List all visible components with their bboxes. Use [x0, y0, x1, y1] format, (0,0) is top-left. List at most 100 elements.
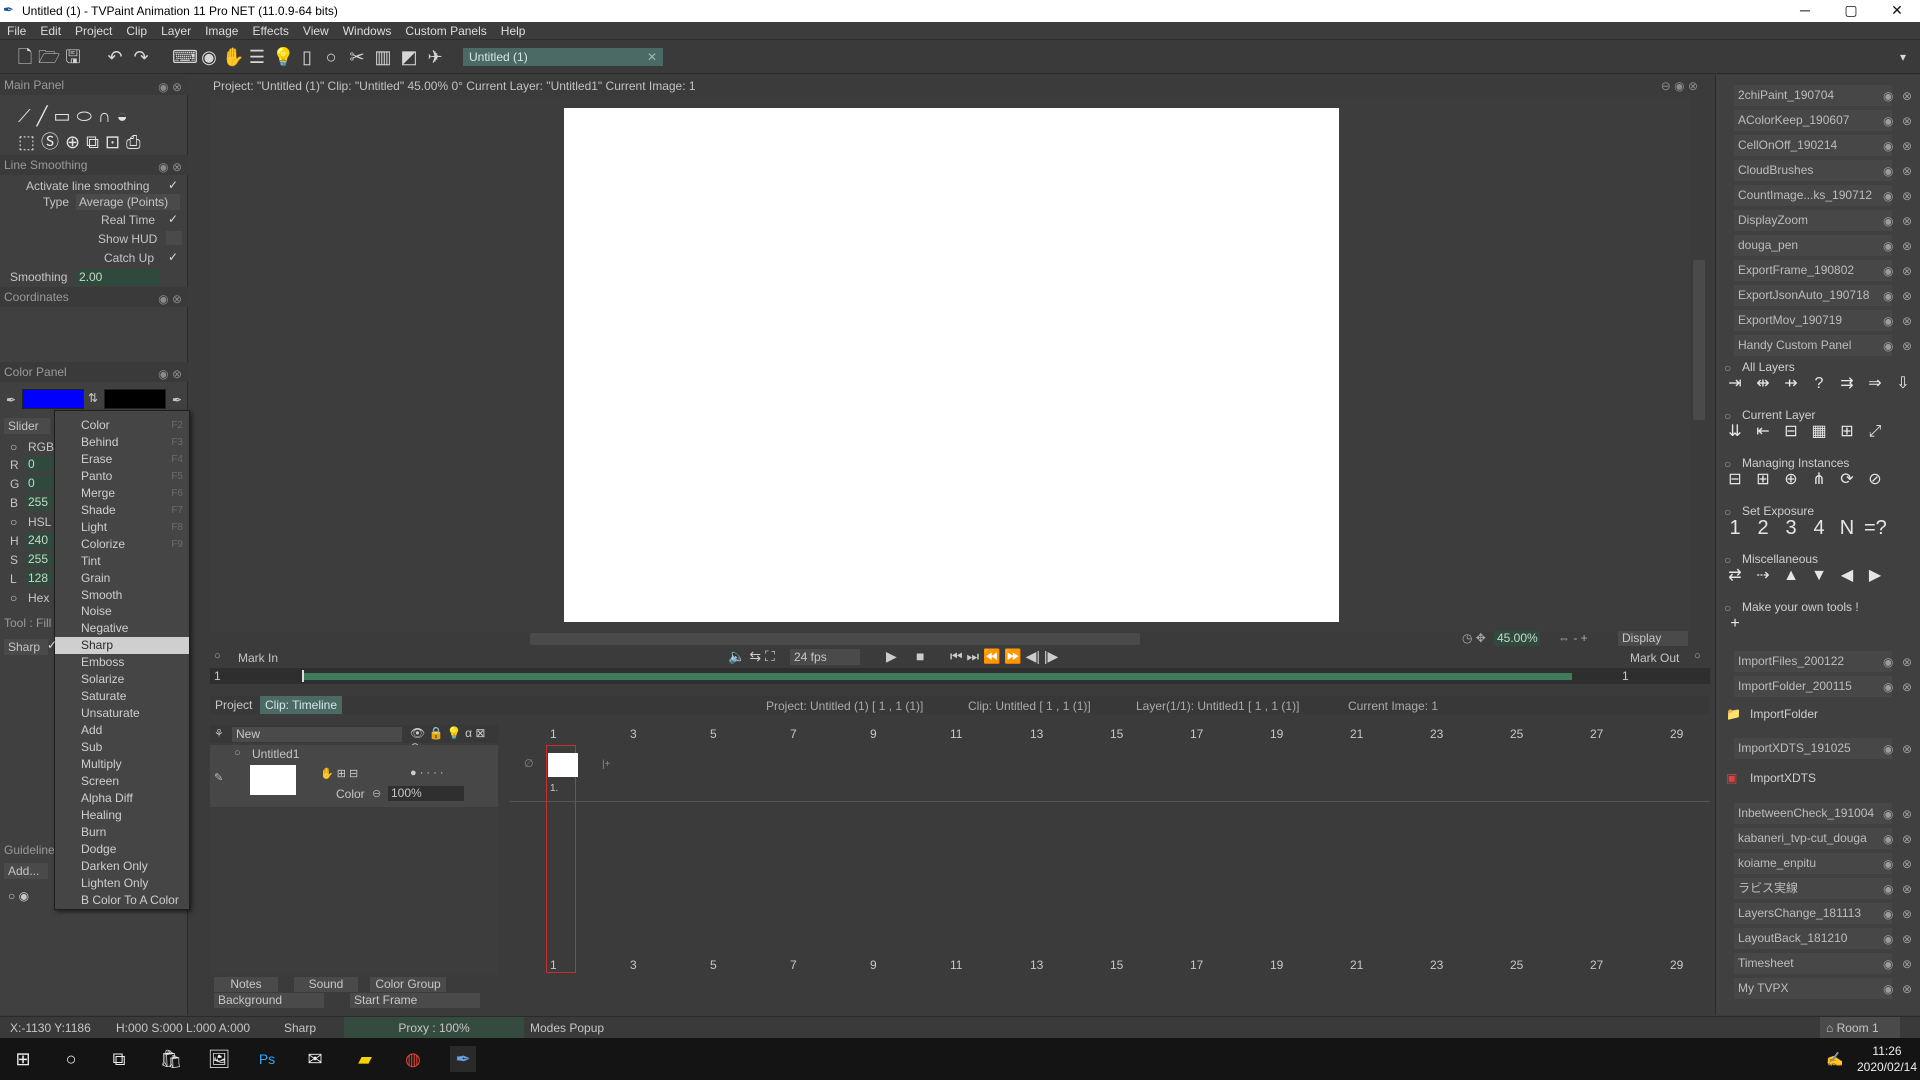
panel-close-icon[interactable]: ⊗ — [1902, 314, 1916, 328]
photos-icon[interactable]: 🖼 — [206, 1046, 232, 1072]
magic-select-icon[interactable]: Ⓢ — [41, 129, 59, 155]
panel-close-icon[interactable]: ⊗ — [1902, 655, 1916, 669]
mode-item[interactable]: Unsaturate — [55, 705, 189, 722]
panel-close-icon[interactable]: ⊗ — [1902, 239, 1916, 253]
panel-close-icon[interactable]: ⊗ — [1902, 680, 1916, 694]
panel-toggle-icon[interactable]: ◉ — [1883, 832, 1897, 846]
frame-end-marker-icon[interactable]: |+ — [602, 759, 610, 770]
sound-button[interactable]: Sound — [294, 977, 358, 992]
bench-icon[interactable]: ▥ — [372, 46, 394, 68]
close-button[interactable]: ✕ — [1874, 0, 1920, 22]
custom-panel-item[interactable]: douga_pen — [1734, 235, 1892, 256]
import-xdts-icon[interactable]: ▣ — [1726, 771, 1740, 785]
exposure-button[interactable]: N — [1836, 517, 1858, 539]
misc-icon[interactable]: ⇢ — [1752, 565, 1774, 587]
project-tab[interactable]: Untitled (1) ✕ — [463, 48, 663, 66]
mode-item[interactable]: Healing — [55, 807, 189, 824]
mode-item[interactable]: Burn — [55, 824, 189, 841]
s-input[interactable]: 255 — [26, 552, 56, 567]
panel-toggle-icon[interactable]: ◉ — [1883, 314, 1897, 328]
panel-toggle-icon[interactable]: ◉ — [1883, 680, 1897, 694]
light-icon[interactable]: 💡 — [272, 46, 294, 68]
opacity-radio-icon[interactable]: ⊖ — [372, 787, 381, 800]
new-layer-select[interactable]: New — [232, 727, 402, 742]
swap-colors-icon[interactable]: ⇅ — [88, 391, 98, 405]
rectangle-tool-icon[interactable]: ▭ — [53, 103, 70, 129]
mode-item[interactable]: Screen — [55, 773, 189, 790]
menu-windows[interactable]: Windows — [343, 22, 392, 40]
reset-icon[interactable]: ◷ ✥ — [1462, 631, 1486, 645]
toolbar-menu-icon[interactable]: ▾ — [1892, 46, 1914, 68]
panel-close-icon[interactable]: ⊗ — [1902, 339, 1916, 353]
r-input[interactable]: 0 — [26, 457, 56, 472]
layer-action-icon[interactable]: ? — [1808, 373, 1830, 395]
custom-panel-item[interactable]: ラビス実線 — [1734, 878, 1892, 899]
panel-toggle-icon[interactable]: ◉ — [1883, 189, 1897, 203]
panel-close-icon[interactable]: ⊗ — [1902, 114, 1916, 128]
room-select[interactable]: ⌂ Room 1 — [1820, 1017, 1900, 1039]
instance-icon[interactable]: ⊟ — [1724, 469, 1746, 491]
layer-action-icon[interactable]: ⇥ — [1724, 373, 1746, 395]
navigation-icons[interactable]: ⏮ ⏭ ⏪ ⏩ ◀| |▶ — [950, 648, 1058, 665]
layer-action-icon[interactable]: ⇸ — [1780, 373, 1802, 395]
import-folder-button[interactable]: ImportFolder — [1750, 707, 1818, 721]
h-input[interactable]: 240 — [26, 533, 56, 548]
close-tab-icon[interactable]: ✕ — [647, 48, 657, 66]
layer-action-icon[interactable]: ⇹ — [1752, 373, 1774, 395]
panel-close-icon[interactable]: ⊗ — [1902, 882, 1916, 896]
import-xdts-button[interactable]: ImportXDTS — [1750, 771, 1816, 785]
start-icon[interactable]: ⊞ — [10, 1046, 36, 1072]
exposure-button[interactable]: 1 — [1724, 517, 1746, 539]
layer-tools-icon[interactable]: ✋ ⊞ ⊟ — [320, 767, 358, 780]
custom-panel-item[interactable]: ExportFrame_190802 — [1734, 260, 1892, 281]
start-frame-select[interactable]: Start Frame — [350, 993, 480, 1008]
panel-toggle-icon[interactable]: ◉ — [1883, 164, 1897, 178]
panel-toggle-icon[interactable]: ◉ — [1883, 957, 1897, 971]
mode-item[interactable]: Add — [55, 722, 189, 739]
mode-item[interactable]: B Color To A Color — [55, 892, 189, 909]
mode-item[interactable]: Emboss — [55, 654, 189, 671]
panel-toggle-icon[interactable]: ◉ — [1883, 214, 1897, 228]
panel-toggle-icon[interactable]: ◉ — [1883, 882, 1897, 896]
horizontal-scrollbar[interactable] — [530, 633, 1140, 645]
panel-close-icon[interactable]: ⊗ — [1902, 957, 1916, 971]
ruler-icon[interactable]: ▯ — [296, 46, 318, 68]
menu-effects[interactable]: Effects — [252, 22, 288, 40]
mode-item[interactable]: Colorize F9 — [55, 536, 189, 553]
custom-panel-item[interactable]: CellOnOff_190214 — [1734, 135, 1892, 156]
visibility-eye-icon[interactable]: ○ ◉ — [8, 889, 29, 903]
undo-icon[interactable]: ↶ — [104, 46, 126, 68]
misc-icon[interactable]: ⇄ — [1724, 565, 1746, 587]
mode-item[interactable]: Noise — [55, 603, 189, 620]
layer-thumbnail[interactable] — [250, 765, 296, 795]
panel-close-icon[interactable]: ⊗ — [1902, 89, 1916, 103]
tab-clip-timeline[interactable]: Clip: Timeline — [260, 696, 343, 714]
layers-icon[interactable]: ☰ — [246, 46, 268, 68]
current-layer-icon[interactable]: ▦ — [1808, 421, 1830, 443]
play-icon[interactable]: ▶ — [886, 648, 897, 665]
panel-close-icon[interactable]: ⊗ — [1902, 214, 1916, 228]
line-tool-icon[interactable]: ╱ — [37, 103, 48, 129]
panel-controls-icon[interactable]: ◉ ⊗ — [158, 77, 182, 97]
zoom-input[interactable]: 45.00% — [1494, 631, 1540, 646]
zoom-icon[interactable]: ○ — [320, 46, 342, 68]
mode-item[interactable]: Multiply — [55, 756, 189, 773]
tool-mode-button[interactable]: Sharp — [4, 639, 48, 655]
panel-controls-icon[interactable]: ◉ ⊗ — [158, 157, 182, 177]
mail-icon[interactable]: ✉ — [302, 1046, 328, 1072]
open-folder-icon[interactable]: 🗁 — [38, 46, 60, 68]
exposure-button[interactable]: 2 — [1752, 517, 1774, 539]
panel-close-icon[interactable]: ⊗ — [1902, 289, 1916, 303]
brushes-icon[interactable]: ✋ — [222, 46, 244, 68]
menu-help[interactable]: Help — [501, 22, 526, 40]
panel-controls-icon[interactable]: ◉ ⊗ — [158, 289, 182, 309]
mode-item[interactable]: Alpha Diff — [55, 790, 189, 807]
mode-item[interactable]: Sub — [55, 739, 189, 756]
slider-tab[interactable]: Slider — [4, 418, 50, 434]
mode-item[interactable]: Saturate — [55, 688, 189, 705]
mode-item[interactable]: Erase F4 — [55, 451, 189, 468]
custom-panel-item[interactable]: ExportMov_190719 — [1734, 310, 1892, 331]
type-select[interactable]: Average (Points) — [76, 194, 180, 210]
panel-toggle-icon[interactable]: ◉ — [1883, 89, 1897, 103]
menu-project[interactable]: Project — [75, 22, 112, 40]
